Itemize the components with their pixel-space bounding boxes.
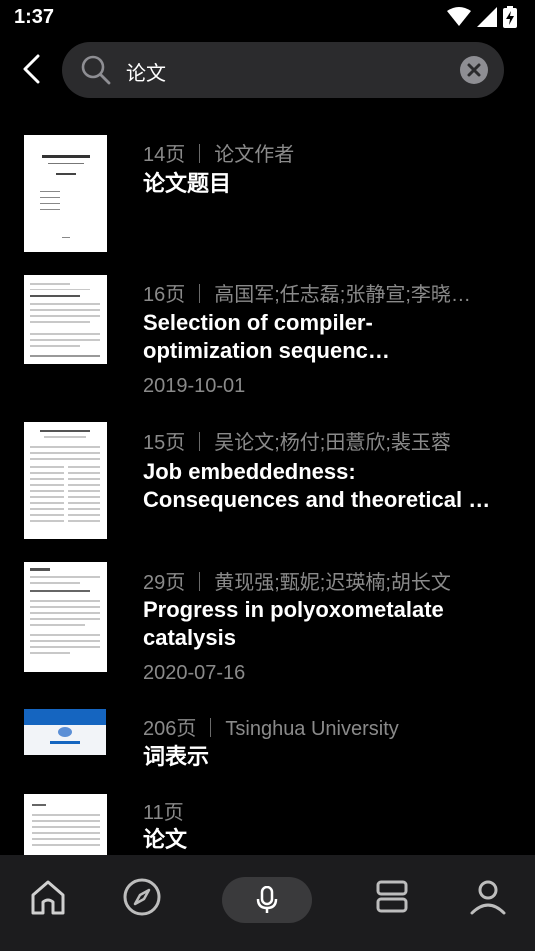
document-thumbnail [24, 275, 107, 364]
item-meta: 16页 高国军;任志磊;张静宣;李晓… [143, 278, 503, 307]
item-meta: 15页 吴论文;杨付;田薏欣;裴玉蓉 [143, 426, 503, 455]
page-count: 16页 [143, 284, 186, 306]
profile-icon[interactable] [468, 877, 508, 917]
item-title: 论文 [143, 827, 188, 852]
item-title: Job embeddedness: Consequences and theor… [143, 459, 491, 512]
page-count: 29页 [143, 572, 186, 594]
wifi-icon [447, 7, 471, 26]
voice-search-button[interactable] [222, 877, 312, 923]
list-item[interactable]: 206页 Tsinghua University 词表示 [0, 694, 535, 778]
battery-charging-icon [503, 6, 517, 28]
signal-icon [477, 7, 497, 27]
back-arrow-icon[interactable] [18, 54, 48, 84]
search-bar[interactable] [62, 42, 504, 100]
item-title: Selection of compiler-optimization seque… [143, 310, 390, 363]
library-icon[interactable] [372, 877, 412, 917]
list-item[interactable]: 14页 论文作者 论文题目 [0, 118, 535, 258]
author: 论文作者 [214, 144, 295, 166]
item-title: 词表示 [143, 744, 210, 769]
status-icons [447, 6, 517, 28]
compass-icon[interactable] [122, 877, 162, 917]
page-count: 206页 [143, 718, 197, 740]
search-icon [81, 55, 111, 85]
item-meta: 206页 Tsinghua University [143, 712, 503, 741]
item-title: 论文题目 [143, 171, 232, 196]
item-date: 2019-10-01 [143, 375, 246, 397]
thumbnail-banner [24, 709, 106, 725]
search-header [0, 36, 535, 106]
mic-icon [256, 886, 278, 913]
home-icon[interactable] [28, 877, 68, 917]
item-meta: 11页 [143, 796, 503, 825]
page-count: 11页 [143, 802, 184, 824]
item-meta: 29页 黄现强;甄妮;迟瑛楠;胡长文 [143, 566, 503, 595]
list-item[interactable]: 15页 吴论文;杨付;田薏欣;裴玉蓉 Job embeddedness: Cons… [0, 406, 535, 546]
list-item[interactable]: 11页 论文 [0, 778, 535, 855]
thumbnail-caption [50, 741, 80, 744]
results-list: 14页 论文作者 论文题目 16页 高国军;任志磊;张静宣;李晓… Selectio… [0, 118, 535, 855]
page-count: 14页 [143, 144, 186, 166]
document-thumbnail [24, 709, 106, 755]
author: 高国军;任志磊;张静宣;李晓… [214, 284, 471, 306]
status-time: 1:37 [14, 6, 55, 28]
search-input[interactable] [124, 42, 448, 100]
document-thumbnail [24, 422, 107, 539]
bottom-navigation [0, 855, 535, 951]
list-item[interactable]: 16页 高国军;任志磊;张静宣;李晓… Selection of compiler… [0, 258, 535, 406]
clear-search-icon[interactable] [460, 56, 488, 84]
item-date: 2020-07-16 [143, 662, 246, 684]
document-thumbnail [24, 794, 107, 855]
document-thumbnail [24, 562, 107, 672]
author: Tsinghua University [225, 718, 399, 740]
list-item[interactable]: 29页 黄现强;甄妮;迟瑛楠;胡长文 Progress in polyoxomet… [0, 546, 535, 694]
thumbnail-logo [58, 727, 72, 737]
document-thumbnail [24, 135, 107, 252]
author: 吴论文;杨付;田薏欣;裴玉蓉 [214, 432, 451, 454]
item-title: Progress in polyoxometalate catalysis [143, 597, 444, 650]
author: 黄现强;甄妮;迟瑛楠;胡长文 [214, 572, 451, 594]
page-count: 15页 [143, 432, 186, 454]
item-meta: 14页 论文作者 [143, 138, 503, 167]
status-bar: 1:37 [0, 0, 535, 36]
